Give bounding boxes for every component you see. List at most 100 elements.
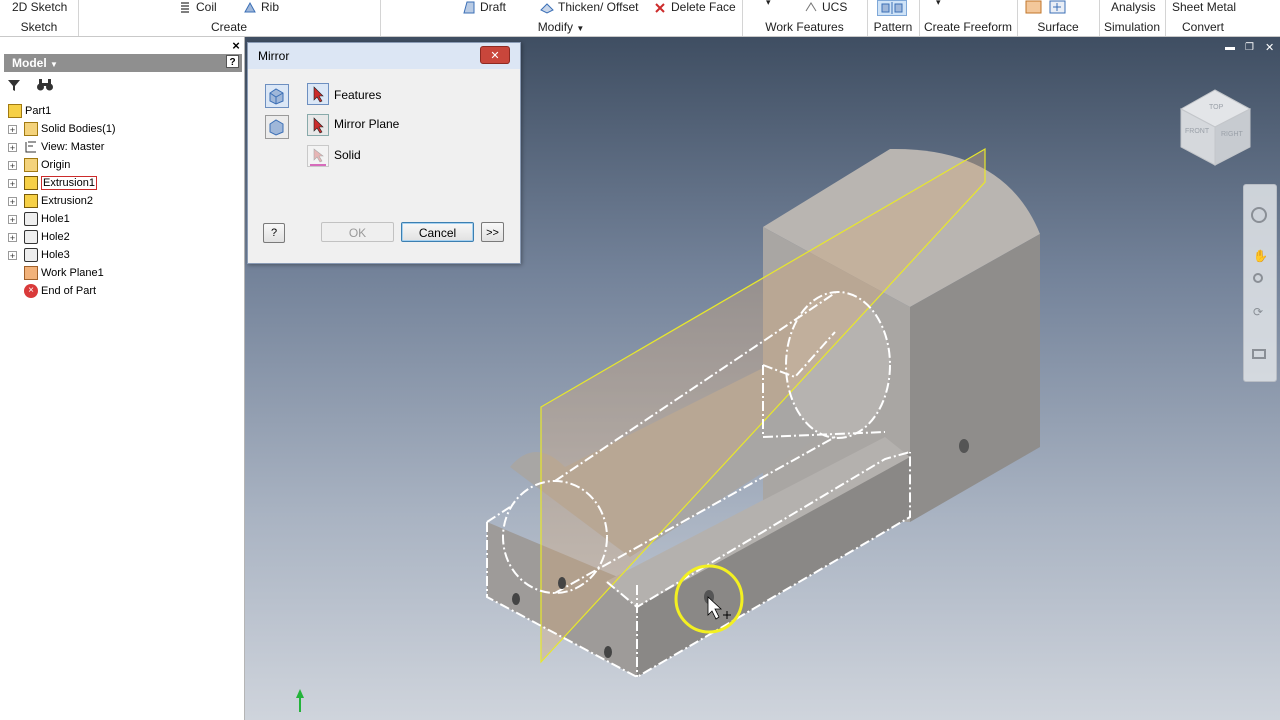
mirror-features-mode-button[interactable] xyxy=(265,84,289,108)
select-arrow-icon xyxy=(310,148,326,166)
freeform-more-dropdown[interactable]: ▾ xyxy=(936,0,941,8)
browser-help-button[interactable]: ? xyxy=(226,55,239,68)
folder-icon xyxy=(24,158,38,172)
viewport-minimize-button[interactable]: ▬ xyxy=(1225,42,1235,53)
dialog-titlebar[interactable]: Mirror ✕ xyxy=(248,43,520,69)
draft-icon xyxy=(463,1,475,13)
create-freeform-group-label: Create Freeform xyxy=(923,20,1013,34)
look-at-icon[interactable] xyxy=(1252,349,1266,359)
features-selector-button[interactable] xyxy=(307,83,329,105)
hole-icon xyxy=(24,212,38,226)
solid-bodies-folder-icon xyxy=(24,122,38,136)
tree-item-hole2[interactable]: + Hole2 xyxy=(8,228,70,246)
expand-toggle[interactable]: + xyxy=(8,124,17,134)
draft-button[interactable]: Draft xyxy=(462,0,506,14)
tree-item-extrusion1[interactable]: + Extrusion1 xyxy=(8,174,97,192)
mirror-solid-mode-button[interactable] xyxy=(265,115,289,139)
mirror-dialog: Mirror ✕ Features Mirror Plane Solid ? O… xyxy=(247,42,521,264)
modify-more-dropdown[interactable]: ▾ xyxy=(766,0,771,8)
mirror-plane-selector-button[interactable] xyxy=(307,114,329,136)
chevron-down-icon: ▼ xyxy=(50,60,58,69)
rib-icon xyxy=(244,1,256,12)
tree-item-view-master[interactable]: + View: Master xyxy=(8,138,104,156)
filter-button[interactable] xyxy=(7,78,21,95)
binoculars-icon xyxy=(37,79,53,91)
tree-item-work-plane1[interactable]: Work Plane1 xyxy=(8,264,104,282)
dialog-close-button[interactable]: ✕ xyxy=(480,46,510,64)
stress-analysis-button[interactable]: Analysis xyxy=(1111,0,1156,14)
viewcube-right-label: RIGHT xyxy=(1221,131,1244,138)
hole-mark xyxy=(959,439,969,453)
rib-button[interactable]: Rib xyxy=(243,0,279,14)
tree-item-extrusion2[interactable]: + Extrusion2 xyxy=(8,192,93,210)
find-button[interactable] xyxy=(36,78,54,95)
expand-toggle[interactable]: + xyxy=(8,160,17,170)
pattern-group-label: Pattern xyxy=(873,20,913,34)
hole-icon xyxy=(24,230,38,244)
part-icon xyxy=(8,104,22,118)
extrusion-icon xyxy=(24,176,38,190)
viewport-close-button[interactable]: ✕ xyxy=(1265,41,1274,54)
surface-group-label: Surface xyxy=(1037,20,1079,34)
navigation-bar: ✋ ⟳ xyxy=(1243,184,1277,382)
mirror-solid-icon xyxy=(269,119,284,136)
sketch-group-label: Sketch xyxy=(20,20,58,34)
tree-item-hole3[interactable]: + Hole3 xyxy=(8,246,70,264)
more-options-button[interactable]: >> xyxy=(481,222,504,242)
mirror-button[interactable] xyxy=(877,0,907,16)
coil-icon xyxy=(181,1,189,13)
delete-face-icon xyxy=(655,2,665,13)
zoom-icon[interactable] xyxy=(1253,273,1263,283)
work-plane-icon xyxy=(24,266,38,280)
tree-item-hole1[interactable]: + Hole1 xyxy=(8,210,70,228)
ucs-icon xyxy=(805,1,817,11)
2d-sketch-button[interactable]: 2D Sketch xyxy=(12,0,67,14)
dialog-help-button[interactable]: ? xyxy=(263,223,285,243)
convert-group-label: Convert xyxy=(1181,20,1225,34)
patch-icon xyxy=(1049,0,1066,14)
tree-item-end-of-part[interactable]: × End of Part xyxy=(8,282,96,300)
pan-hand-icon[interactable]: ✋ xyxy=(1253,249,1268,263)
expand-toggle[interactable]: + xyxy=(8,196,17,206)
mirror-plane-label: Mirror Plane xyxy=(334,117,400,131)
solid-label: Solid xyxy=(334,148,361,162)
browser-close-button[interactable]: × xyxy=(230,39,242,53)
solid-selector-button[interactable] xyxy=(307,145,329,167)
extrusion-icon xyxy=(24,194,38,208)
modify-group-label[interactable]: Modify ▼ xyxy=(380,19,742,35)
end-of-part-icon: × xyxy=(24,284,38,298)
ok-button[interactable]: OK xyxy=(321,222,394,242)
viewport-restore-button[interactable]: ❐ xyxy=(1245,42,1254,53)
orbit-icon[interactable]: ⟳ xyxy=(1253,305,1263,319)
browser-header: Model ▼ ? xyxy=(4,54,242,72)
tree-item-part1[interactable]: Part1 xyxy=(8,102,51,120)
chevron-down-icon: ▼ xyxy=(576,24,585,33)
stitch-icon xyxy=(1025,0,1042,14)
coil-button[interactable]: Coil xyxy=(178,0,217,14)
create-group-label: Create xyxy=(210,20,248,34)
surface-patch-button[interactable] xyxy=(1049,0,1067,14)
browser-title-dropdown[interactable]: Model ▼ xyxy=(12,56,58,70)
cancel-button[interactable]: Cancel xyxy=(401,222,474,242)
viewcube-front-label: FRONT xyxy=(1185,128,1210,135)
delete-face-button[interactable]: Delete Face xyxy=(653,0,736,14)
expand-toggle[interactable]: + xyxy=(8,142,17,152)
surface-stitch-button[interactable] xyxy=(1025,0,1043,14)
expand-toggle[interactable]: + xyxy=(8,178,17,188)
thicken-offset-button[interactable]: Thicken/ Offset xyxy=(540,0,638,14)
mirror-features-icon xyxy=(269,88,284,105)
convert-to-sheet-metal-button[interactable]: Sheet Metal xyxy=(1172,0,1236,14)
mirror-icon xyxy=(881,2,903,14)
work-features-group-label: Work Features xyxy=(765,20,844,34)
tree-item-origin[interactable]: + Origin xyxy=(8,156,70,174)
expand-toggle[interactable]: + xyxy=(8,232,17,242)
view-cube[interactable]: TOP FRONT RIGHT xyxy=(1179,89,1252,166)
tree-item-solid-bodies[interactable]: + Solid Bodies(1) xyxy=(8,120,116,138)
filter-icon xyxy=(8,80,20,91)
ucs-button[interactable]: UCS xyxy=(804,0,847,14)
select-arrow-icon xyxy=(313,117,324,134)
expand-toggle[interactable]: + xyxy=(8,214,17,224)
steering-wheel-icon[interactable] xyxy=(1251,207,1267,223)
ribbon: 2D Sketch Sketch Coil Rib Create Draft T… xyxy=(0,0,1280,37)
expand-toggle[interactable]: + xyxy=(8,250,17,260)
